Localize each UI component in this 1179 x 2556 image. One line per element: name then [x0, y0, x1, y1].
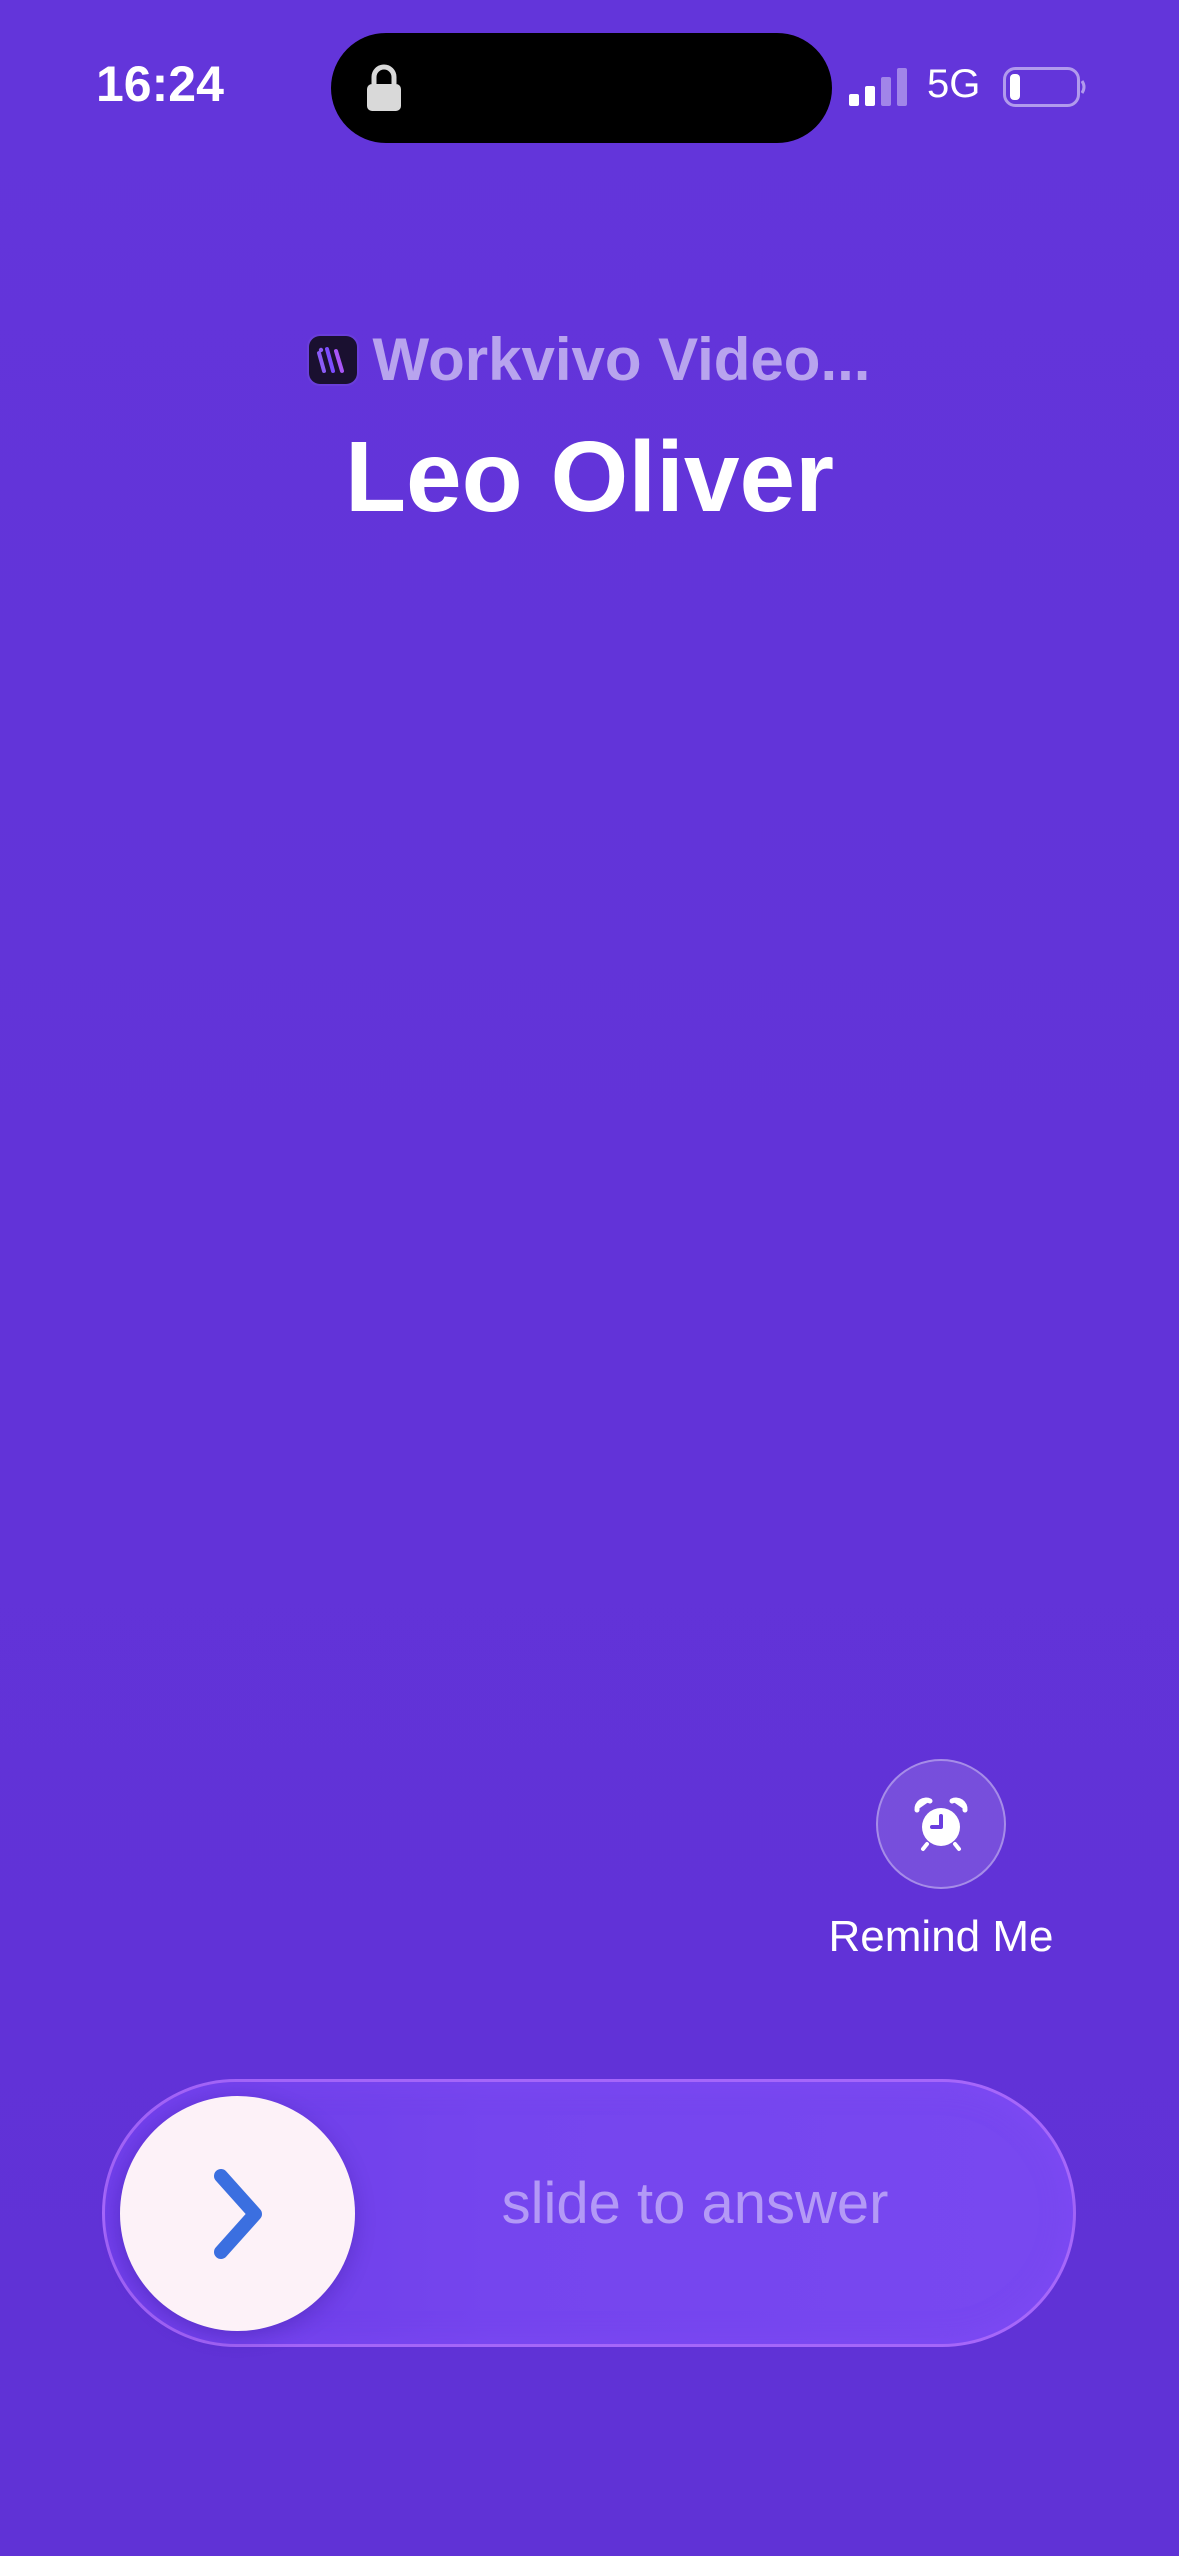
slide-to-answer-label: slide to answer: [501, 2171, 889, 2236]
alarm-clock-icon: [914, 1797, 968, 1851]
remind-me-button[interactable]: [876, 1759, 1006, 1889]
lock-icon: [367, 64, 401, 111]
app-source: Workvivo Video...: [0, 330, 1179, 390]
status-time: 16:24: [96, 56, 224, 112]
incoming-call-screen: 16:24 5G Workvivo Video... Leo Oliver Re…: [0, 0, 1179, 2556]
remind-me-label: Remind Me: [828, 1912, 1054, 1961]
app-icon: [308, 336, 357, 384]
chevron-right-icon: [213, 2168, 262, 2259]
battery-icon: [1003, 67, 1086, 107]
network-type: 5G: [927, 62, 981, 106]
signal-icon: [849, 68, 907, 106]
app-name: Workvivo Video...: [372, 326, 871, 393]
dynamic-island: [331, 33, 832, 143]
slide-to-answer-knob[interactable]: [120, 2096, 355, 2331]
caller-name: Leo Oliver: [344, 421, 835, 533]
